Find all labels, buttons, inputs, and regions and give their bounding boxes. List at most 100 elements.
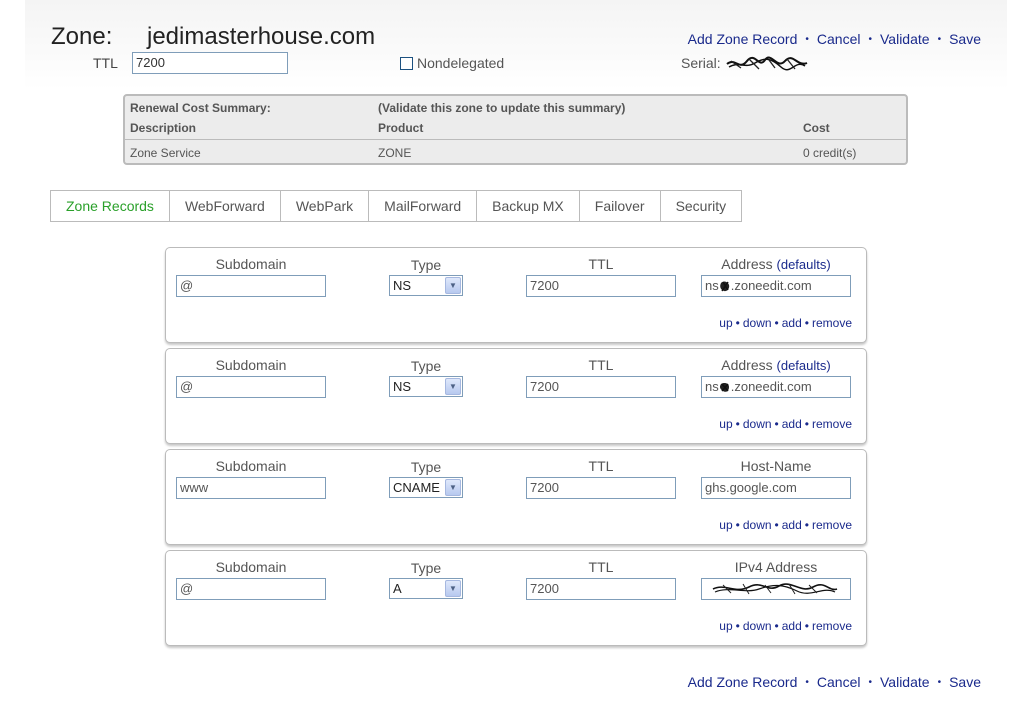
up-link[interactable]: up xyxy=(719,518,732,532)
chevron-down-icon[interactable]: ▼ xyxy=(445,479,461,496)
remove-link[interactable]: remove xyxy=(812,417,852,431)
separator: • xyxy=(868,676,872,688)
tab-failover[interactable]: Failover xyxy=(580,191,661,221)
ops-separator: • xyxy=(804,619,809,633)
type-select[interactable]: A ▼ xyxy=(389,578,463,599)
address-input[interactable]: ns .zoneedit.com xyxy=(701,376,851,398)
subdomain-label: Subdomain xyxy=(215,357,287,373)
up-link[interactable]: up xyxy=(719,417,732,431)
redacted-scribble-icon xyxy=(725,56,807,71)
nondelegated-option[interactable]: Nondelegated xyxy=(400,55,504,71)
ttl-input[interactable]: 7200 xyxy=(526,376,676,398)
validate-link[interactable]: Validate xyxy=(880,674,930,690)
address-label-text: Address xyxy=(721,357,773,373)
summary-cell-product: ZONE xyxy=(378,146,412,160)
summary-title: Renewal Cost Summary: xyxy=(130,101,271,115)
summary-col-cost: Cost xyxy=(803,121,830,135)
ops-separator: • xyxy=(774,417,779,431)
ops-separator: • xyxy=(735,417,740,431)
add-zone-record-link[interactable]: Add Zone Record xyxy=(688,31,798,47)
cancel-link[interactable]: Cancel xyxy=(817,31,861,47)
zone-record-1: Subdomain Type TTL Address (defaults) @ … xyxy=(165,247,867,343)
summary-col-description: Description xyxy=(130,121,197,135)
ttl-input[interactable]: 7200 xyxy=(526,578,676,600)
tab-backup-mx[interactable]: Backup MX xyxy=(477,191,580,221)
chevron-down-icon[interactable]: ▼ xyxy=(445,277,461,294)
type-select[interactable]: CNAME ▼ xyxy=(389,477,463,498)
separator: • xyxy=(937,676,942,688)
actions-bottom: Add Zone Record • Cancel • Validate • Sa… xyxy=(688,674,981,690)
ops-separator: • xyxy=(774,518,779,532)
validate-link[interactable]: Validate xyxy=(880,31,930,47)
add-link[interactable]: add xyxy=(782,619,802,633)
chevron-down-icon[interactable]: ▼ xyxy=(445,580,461,597)
up-link[interactable]: up xyxy=(719,619,732,633)
save-link[interactable]: Save xyxy=(949,674,981,690)
separator: • xyxy=(805,33,809,45)
ipv4-address-label: IPv4 Address xyxy=(734,559,818,575)
separator: • xyxy=(937,33,942,45)
ttl-label: TTL xyxy=(588,559,614,575)
tab-security[interactable]: Security xyxy=(661,191,742,221)
chevron-down-icon[interactable]: ▼ xyxy=(445,378,461,395)
record-ops: up • down • add • remove xyxy=(719,417,852,431)
cancel-link[interactable]: Cancel xyxy=(817,674,861,690)
remove-link[interactable]: remove xyxy=(812,619,852,633)
type-select-value: CNAME xyxy=(393,480,440,495)
zone-label: Zone: xyxy=(51,23,113,50)
ttl-label: TTL xyxy=(93,55,118,71)
zone-record-2: Subdomain Type TTL Address (defaults) @ … xyxy=(165,348,867,444)
subdomain-input[interactable]: www xyxy=(176,477,326,499)
remove-link[interactable]: remove xyxy=(812,316,852,330)
record-ops: up • down • add • remove xyxy=(719,619,852,633)
add-link[interactable]: add xyxy=(782,417,802,431)
separator: • xyxy=(805,676,809,688)
ttl-input[interactable]: 7200 xyxy=(526,477,676,499)
ops-separator: • xyxy=(735,316,740,330)
redacted-blot-icon xyxy=(719,281,729,292)
ops-separator: • xyxy=(774,619,779,633)
down-link[interactable]: down xyxy=(743,417,772,431)
defaults-link[interactable]: (defaults) xyxy=(777,257,831,272)
ipv4-address-input[interactable] xyxy=(701,578,851,600)
type-select-value: A xyxy=(393,581,402,596)
type-label: Type xyxy=(410,257,442,273)
redacted-blot-icon xyxy=(719,383,729,392)
type-label: Type xyxy=(410,358,442,374)
up-link[interactable]: up xyxy=(719,316,732,330)
address-input[interactable]: ns .zoneedit.com xyxy=(701,275,851,297)
defaults-link[interactable]: (defaults) xyxy=(777,358,831,373)
down-link[interactable]: down xyxy=(743,619,772,633)
ttl-label: TTL xyxy=(588,256,614,272)
type-select[interactable]: NS ▼ xyxy=(389,275,463,296)
down-link[interactable]: down xyxy=(743,518,772,532)
host-name-input[interactable]: ghs.google.com xyxy=(701,477,851,499)
address-suffix: .zoneedit.com xyxy=(730,379,812,394)
ops-separator: • xyxy=(735,619,740,633)
ops-separator: • xyxy=(804,518,809,532)
ttl-input[interactable]: 7200 xyxy=(526,275,676,297)
ttl-input[interactable]: 7200 xyxy=(132,52,288,74)
down-link[interactable]: down xyxy=(743,316,772,330)
subdomain-label: Subdomain xyxy=(215,458,287,474)
add-link[interactable]: add xyxy=(782,316,802,330)
nondelegated-checkbox[interactable] xyxy=(400,56,413,70)
serial-label: Serial: xyxy=(681,55,721,71)
tab-zone-records[interactable]: Zone Records xyxy=(51,191,170,221)
remove-link[interactable]: remove xyxy=(812,518,852,532)
tab-webpark[interactable]: WebPark xyxy=(281,191,370,221)
address-prefix: ns xyxy=(705,379,719,394)
zone-name: jedimasterhouse.com xyxy=(147,23,376,50)
subdomain-input[interactable]: @ xyxy=(176,578,326,600)
add-link[interactable]: add xyxy=(782,518,802,532)
save-link[interactable]: Save xyxy=(949,31,981,47)
record-ops: up • down • add • remove xyxy=(719,518,852,532)
tab-webforward[interactable]: WebForward xyxy=(170,191,281,221)
type-select[interactable]: NS ▼ xyxy=(389,376,463,397)
add-zone-record-link[interactable]: Add Zone Record xyxy=(688,674,798,690)
zone-record-4: Subdomain Type TTL IPv4 Address @ A ▼ 72… xyxy=(165,550,867,646)
nondelegated-label: Nondelegated xyxy=(417,55,505,71)
subdomain-input[interactable]: @ xyxy=(176,376,326,398)
tab-mailforward[interactable]: MailForward xyxy=(369,191,478,221)
subdomain-input[interactable]: @ xyxy=(176,275,326,297)
